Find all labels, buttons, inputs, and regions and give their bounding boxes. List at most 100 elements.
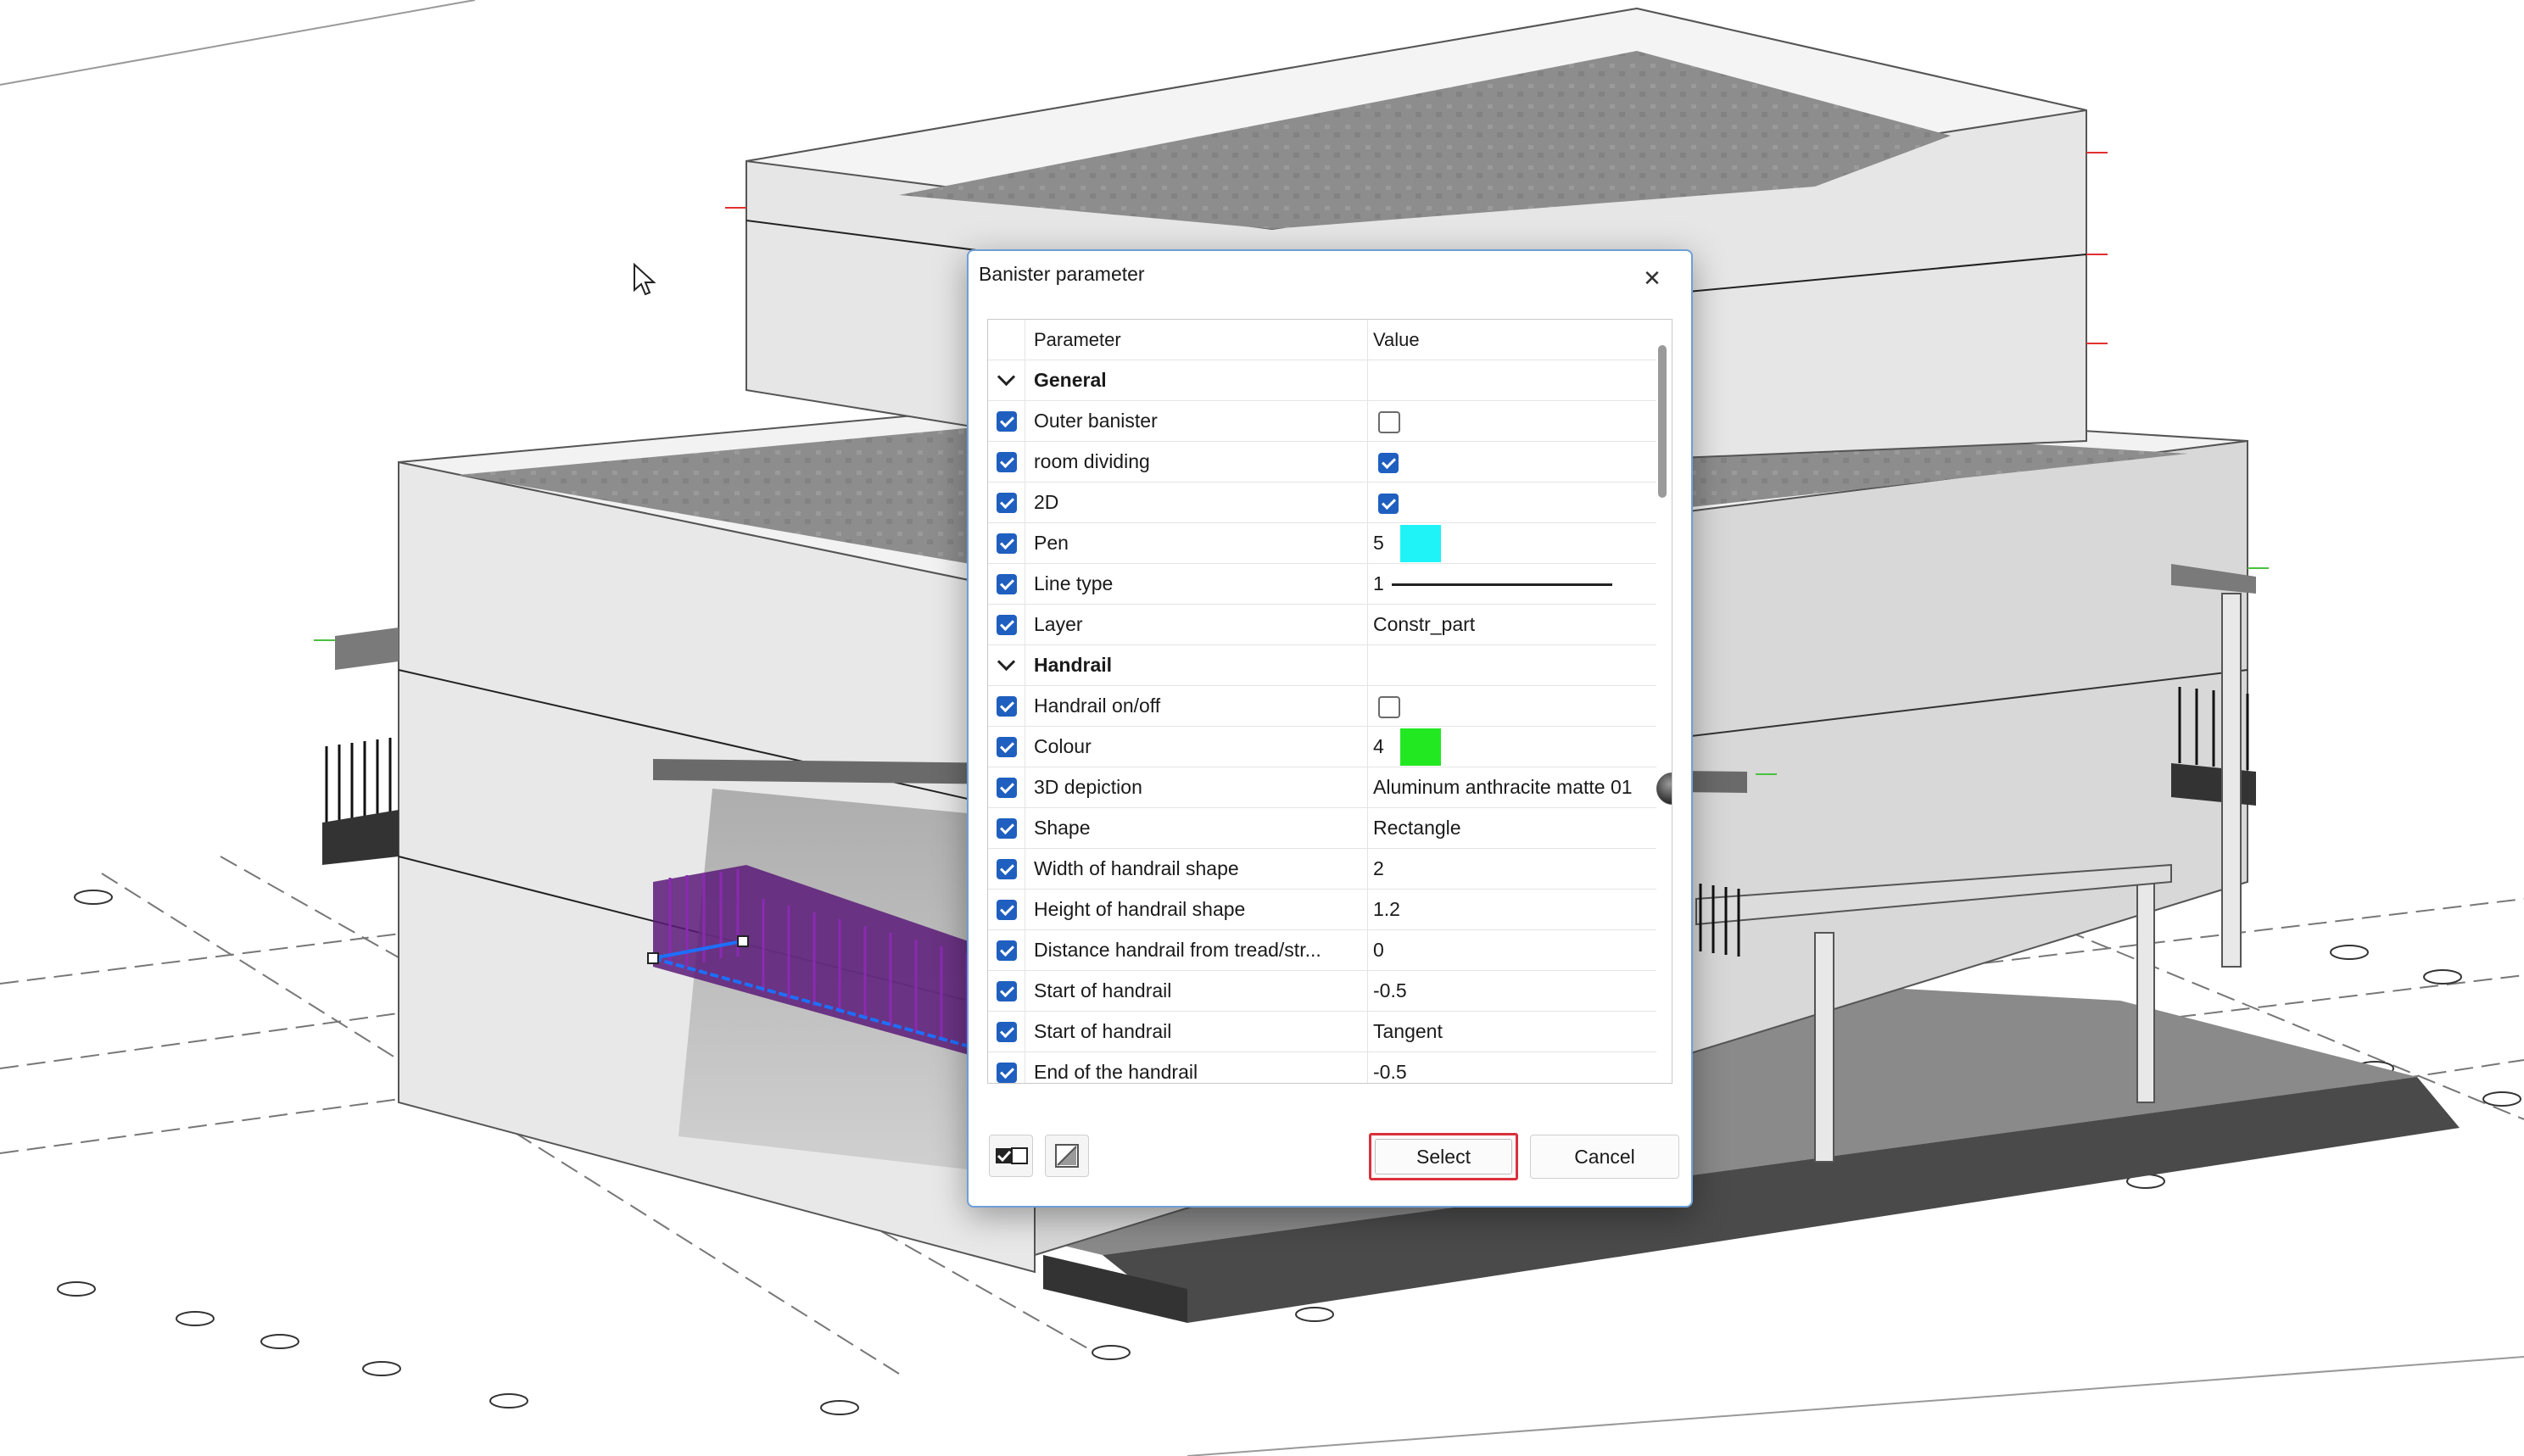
cancel-button[interactable]: Cancel — [1530, 1135, 1679, 1179]
param-row-distance-handrail[interactable]: Distance handrail from tread/str... 0 — [988, 930, 1656, 971]
param-value — [1368, 401, 1656, 442]
row-checkbox-cell — [988, 767, 1025, 808]
param-name: Distance handrail from tread/str... — [1025, 930, 1368, 971]
param-value[interactable]: 0 — [1368, 930, 1656, 971]
param-value[interactable]: Constr_part — [1368, 605, 1656, 645]
param-value[interactable]: 1.2 — [1368, 890, 1656, 930]
select-button[interactable]: Select — [1369, 1133, 1518, 1180]
colour-number: 4 — [1373, 735, 1384, 757]
group-title: General — [1025, 360, 1368, 401]
checkbox-toggle-icon — [996, 1147, 1028, 1164]
toggle-checkboxes-button[interactable] — [989, 1135, 1033, 1177]
column-header-value[interactable]: Value — [1368, 320, 1656, 360]
param-row-shape[interactable]: Shape Rectangle — [988, 808, 1656, 849]
pen-colour-swatch[interactable] — [1400, 525, 1441, 562]
banister-parameter-dialog: Banister parameter ? ✕ Parameter Value G… — [967, 249, 1693, 1208]
param-row-start-of-handrail[interactable]: Start of handrail -0.5 — [988, 971, 1656, 1012]
param-name: 2D — [1025, 483, 1368, 523]
param-value[interactable]: 5 — [1368, 523, 1656, 564]
row-enabled-checkbox[interactable] — [997, 1022, 1017, 1042]
row-enabled-checkbox[interactable] — [997, 411, 1017, 432]
param-row-outer-banister[interactable]: Outer banister — [988, 401, 1656, 442]
group-row-general[interactable]: General — [988, 360, 1656, 401]
row-enabled-checkbox[interactable] — [997, 981, 1017, 1001]
row-enabled-checkbox[interactable] — [997, 1063, 1017, 1083]
value-checkbox-unchecked[interactable] — [1378, 695, 1400, 718]
param-row-height-handrail-shape[interactable]: Height of handrail shape 1.2 — [988, 890, 1656, 930]
param-name: Start of handrail — [1025, 1012, 1368, 1052]
row-enabled-checkbox[interactable] — [997, 778, 1017, 798]
pen-number: 5 — [1373, 532, 1384, 554]
row-checkbox-cell — [988, 605, 1025, 645]
param-value[interactable]: 1 — [1368, 564, 1656, 605]
param-value[interactable]: -0.5 — [1368, 1052, 1656, 1083]
parameter-grid[interactable]: Parameter Value General Outer banister r… — [987, 319, 1672, 1084]
scrollbar-thumb[interactable] — [1658, 345, 1667, 498]
param-row-end-of-handrail[interactable]: End of the handrail -0.5 — [988, 1052, 1656, 1083]
param-name: Handrail on/off — [1025, 686, 1368, 727]
param-row-handrail-on-off[interactable]: Handrail on/off — [988, 686, 1656, 727]
cancel-button-label: Cancel — [1574, 1145, 1635, 1168]
row-checkbox-cell — [988, 1012, 1025, 1052]
value-checkbox-checked[interactable] — [1378, 493, 1399, 514]
row-enabled-checkbox[interactable] — [997, 452, 1017, 472]
chevron-down-icon[interactable] — [997, 652, 1016, 672]
row-checkbox-cell — [988, 930, 1025, 971]
value-checkbox-unchecked[interactable] — [1378, 410, 1400, 433]
group-row-handrail[interactable]: Handrail — [988, 645, 1656, 686]
param-row-3d-depiction[interactable]: 3D depiction Aluminum anthracite matte 0… — [988, 767, 1672, 808]
diagonal-square-icon — [1055, 1144, 1079, 1168]
param-row-colour[interactable]: Colour 4 — [988, 727, 1656, 767]
row-checkbox-cell — [988, 442, 1025, 483]
param-row-2d[interactable]: 2D — [988, 483, 1656, 523]
param-value — [1368, 483, 1656, 523]
param-value[interactable]: 4 — [1368, 727, 1656, 767]
ground-line — [1187, 1356, 2524, 1456]
row-enabled-checkbox[interactable] — [997, 615, 1017, 635]
row-checkbox-cell — [988, 890, 1025, 930]
close-icon: ✕ — [1643, 265, 1661, 291]
value-checkbox-checked[interactable] — [1378, 452, 1399, 473]
close-button[interactable]: ✕ — [1635, 261, 1669, 295]
param-row-layer[interactable]: Layer Constr_part — [988, 605, 1656, 645]
param-name: Height of handrail shape — [1025, 890, 1368, 930]
param-row-width-handrail-shape[interactable]: Width of handrail shape 2 — [988, 849, 1656, 890]
row-enabled-checkbox[interactable] — [997, 696, 1017, 717]
column-header-parameter[interactable]: Parameter — [1025, 320, 1368, 360]
column — [2221, 593, 2242, 968]
ground-line — [0, 0, 476, 86]
group-expander-cell — [988, 645, 1025, 686]
row-enabled-checkbox[interactable] — [997, 900, 1017, 920]
param-row-room-dividing[interactable]: room dividing — [988, 442, 1656, 483]
row-checkbox-cell — [988, 523, 1025, 564]
param-value[interactable]: Rectangle — [1368, 808, 1656, 849]
group-value-empty — [1368, 645, 1656, 686]
row-enabled-checkbox[interactable] — [997, 574, 1017, 594]
mouse-pointer-icon — [634, 263, 656, 296]
row-checkbox-cell — [988, 564, 1025, 605]
param-name: room dividing — [1025, 442, 1368, 483]
row-enabled-checkbox[interactable] — [997, 859, 1017, 879]
param-value[interactable]: 2 — [1368, 849, 1656, 890]
reset-defaults-button[interactable] — [1045, 1135, 1089, 1177]
chevron-down-icon[interactable] — [997, 367, 1016, 387]
row-enabled-checkbox[interactable] — [997, 493, 1017, 513]
row-checkbox-cell — [988, 1052, 1025, 1083]
param-value[interactable]: Aluminum anthracite matte 01 — [1368, 767, 1672, 808]
row-enabled-checkbox[interactable] — [997, 533, 1017, 554]
param-row-start-of-handrail-type[interactable]: Start of handrail Tangent — [988, 1012, 1656, 1052]
param-row-pen[interactable]: Pen 5 — [988, 523, 1656, 564]
param-value — [1368, 442, 1656, 483]
param-name: Width of handrail shape — [1025, 849, 1368, 890]
colour-swatch[interactable] — [1400, 728, 1441, 766]
param-value[interactable]: Tangent — [1368, 1012, 1656, 1052]
grid-scrollbar[interactable] — [1656, 345, 1668, 1057]
row-enabled-checkbox[interactable] — [997, 818, 1017, 839]
row-enabled-checkbox[interactable] — [997, 940, 1017, 961]
param-row-line-type[interactable]: Line type 1 — [988, 564, 1656, 605]
material-name: Aluminum anthracite matte 01 — [1373, 776, 1633, 798]
row-checkbox-cell — [988, 686, 1025, 727]
param-value[interactable]: -0.5 — [1368, 971, 1656, 1012]
header-checkbox-column — [988, 320, 1025, 360]
row-enabled-checkbox[interactable] — [997, 737, 1017, 757]
